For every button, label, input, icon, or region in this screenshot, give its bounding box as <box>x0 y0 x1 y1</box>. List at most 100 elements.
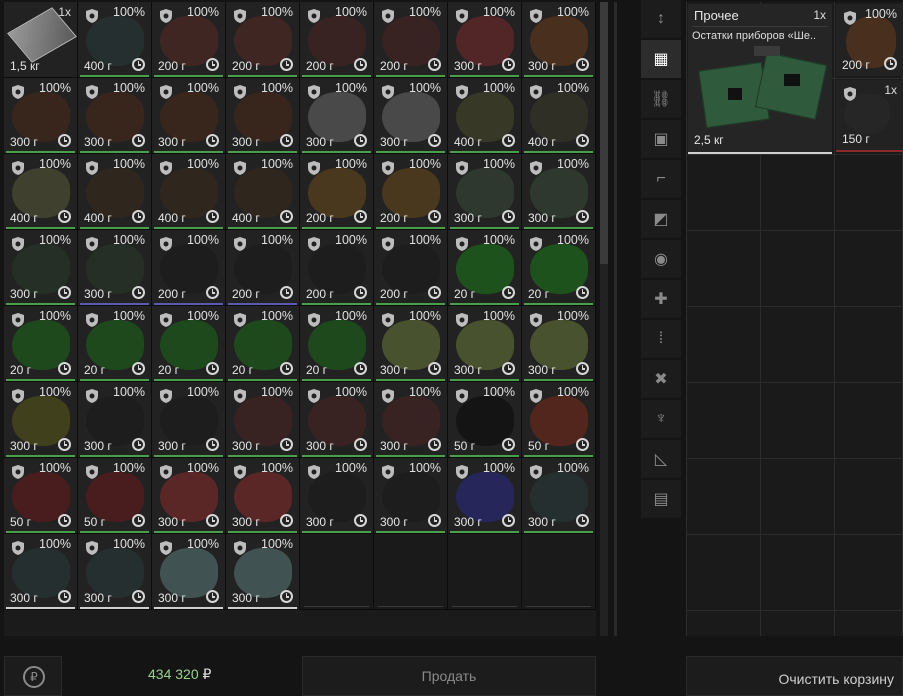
inventory-item[interactable]: 100% 300 г <box>152 382 226 458</box>
inventory-item[interactable]: 100% 200 г <box>300 154 374 230</box>
trade-item-device-remains[interactable]: Прочее 1x Остатки приборов «Ше.. 2,5 кг <box>688 4 832 154</box>
inventory-item[interactable]: 100% 20 г <box>152 306 226 382</box>
inventory-item[interactable]: 100% 200 г <box>300 2 374 78</box>
link-icon[interactable]: ⛓ <box>641 80 681 118</box>
inventory-item[interactable]: 100% 20 г <box>226 306 300 382</box>
inventory-item[interactable]: 1x 1,5 кг <box>4 2 78 78</box>
shield-icon <box>160 541 172 555</box>
inventory-item[interactable]: 100% 400 г <box>152 154 226 230</box>
clear-cart-button[interactable]: Очистить корзину <box>686 656 903 696</box>
ammo-icon[interactable]: ⁞ <box>641 320 681 358</box>
inventory-item[interactable]: 100% 300 г <box>448 2 522 78</box>
inventory-item[interactable]: 100% 300 г <box>4 230 78 306</box>
backpack-icon[interactable]: ▣ <box>641 120 681 158</box>
medkit-icon[interactable]: ✚ <box>641 280 681 318</box>
grid-icon[interactable]: ▦ <box>641 40 681 78</box>
condition-bar <box>80 531 149 533</box>
inventory-item[interactable]: 100% 400 г <box>4 154 78 230</box>
condition-bar <box>524 75 593 77</box>
inventory-item[interactable]: 100% 20 г <box>522 230 596 306</box>
inventory-item[interactable]: 100% 300 г <box>226 458 300 534</box>
inventory-item[interactable]: 100% 400 г <box>78 2 152 78</box>
empty-slot[interactable] <box>300 534 374 610</box>
inventory-item[interactable]: 100% 300 г <box>300 78 374 154</box>
sort-icon[interactable]: ↕ <box>641 0 681 38</box>
inventory-item[interactable]: 100% 400 г <box>448 78 522 154</box>
shield-icon <box>12 237 24 251</box>
item-weight: 300 г <box>84 591 112 605</box>
inventory-item[interactable]: 100% 200 г <box>374 2 448 78</box>
trade-item-artifact[interactable]: 100% 200 г <box>836 4 903 76</box>
sell-button[interactable]: Продать <box>302 656 596 696</box>
inventory-item[interactable]: 100% 300 г <box>78 230 152 306</box>
inventory-item[interactable]: 100% 300 г <box>152 534 226 610</box>
inventory-item[interactable]: 100% 200 г <box>300 230 374 306</box>
artifact-icon[interactable]: ◉ <box>641 240 681 278</box>
empty-slot[interactable] <box>374 534 448 610</box>
inventory-item[interactable]: 100% 300 г <box>300 458 374 534</box>
inventory-item[interactable]: 100% 300 г <box>226 382 300 458</box>
inventory-item[interactable]: 100% 200 г <box>152 2 226 78</box>
inventory-item[interactable]: 100% 300 г <box>152 78 226 154</box>
inventory-item[interactable]: 100% 300 г <box>4 534 78 610</box>
inventory-item[interactable]: 100% 200 г <box>374 230 448 306</box>
empty-slot[interactable] <box>448 534 522 610</box>
scrollbar-thumb[interactable] <box>600 2 608 264</box>
inventory-item[interactable]: 100% 200 г <box>152 230 226 306</box>
inventory-item[interactable]: 100% 300 г <box>374 78 448 154</box>
shield-icon <box>160 9 172 23</box>
shield-icon <box>160 161 172 175</box>
inventory-item[interactable]: 100% 400 г <box>226 154 300 230</box>
inventory-item[interactable]: 100% 300 г <box>78 534 152 610</box>
inventory-item[interactable]: 100% 300 г <box>448 458 522 534</box>
inventory-item[interactable]: 100% 300 г <box>522 306 596 382</box>
inventory-item[interactable]: 100% 300 г <box>522 154 596 230</box>
inventory-item[interactable]: 100% 50 г <box>448 382 522 458</box>
clock-icon <box>502 362 515 375</box>
inventory-item[interactable]: 100% 50 г <box>78 458 152 534</box>
inventory-item[interactable]: 100% 300 г <box>4 382 78 458</box>
item-weight: 400 г <box>158 211 186 225</box>
item-weight: 20 г <box>10 363 32 377</box>
trade-item-device[interactable]: 1x 150 г <box>836 80 903 152</box>
inventory-item[interactable]: 100% 20 г <box>448 230 522 306</box>
inventory-item[interactable]: 100% 200 г <box>226 2 300 78</box>
inventory-item[interactable]: 100% 300 г <box>522 458 596 534</box>
inventory-item[interactable]: 100% 300 г <box>152 458 226 534</box>
inventory-item[interactable]: 100% 300 г <box>78 382 152 458</box>
ruler-icon[interactable]: ◺ <box>641 440 681 478</box>
inventory-item[interactable]: 100% 200 г <box>226 230 300 306</box>
durability-percent: 100% <box>261 537 293 551</box>
condition-bar <box>228 75 297 77</box>
inventory-item[interactable]: 100% 300 г <box>522 2 596 78</box>
clock-icon <box>58 438 71 451</box>
inventory-item[interactable]: 100% 300 г <box>448 154 522 230</box>
inventory-item[interactable]: 100% 200 г <box>374 154 448 230</box>
inventory-item[interactable]: 100% 20 г <box>300 306 374 382</box>
condition-bar <box>80 607 149 609</box>
inventory-item[interactable]: 100% 300 г <box>374 458 448 534</box>
inventory-item[interactable]: 100% 300 г <box>374 306 448 382</box>
empty-slot[interactable] <box>522 534 596 610</box>
inventory-item[interactable]: 100% 400 г <box>78 154 152 230</box>
inventory-item[interactable]: 100% 20 г <box>4 306 78 382</box>
inventory-item[interactable]: 100% 20 г <box>78 306 152 382</box>
inventory-item[interactable]: 100% 300 г <box>448 306 522 382</box>
inventory-item[interactable]: 100% 50 г <box>4 458 78 534</box>
durability-percent: 100% <box>187 157 219 171</box>
food-icon[interactable]: ♆ <box>641 400 681 438</box>
rifle-icon[interactable]: ⌐ <box>641 160 681 198</box>
inventory-item[interactable]: 100% 50 г <box>522 382 596 458</box>
box-icon[interactable]: ▤ <box>641 480 681 518</box>
tools-icon[interactable]: ✖ <box>641 360 681 398</box>
inventory-item[interactable]: 100% 300 г <box>78 78 152 154</box>
inventory-item[interactable]: 100% 300 г <box>226 78 300 154</box>
refresh-button[interactable]: ₽ <box>4 656 62 696</box>
inventory-item[interactable]: 100% 400 г <box>522 78 596 154</box>
inventory-item[interactable]: 100% 300 г <box>374 382 448 458</box>
inventory-item[interactable]: 100% 300 г <box>300 382 374 458</box>
inventory-item[interactable]: 100% 300 г <box>226 534 300 610</box>
inventory-item[interactable]: 100% 300 г <box>4 78 78 154</box>
armor-icon[interactable]: ◩ <box>641 200 681 238</box>
inventory-scrollbar[interactable] <box>600 2 608 636</box>
